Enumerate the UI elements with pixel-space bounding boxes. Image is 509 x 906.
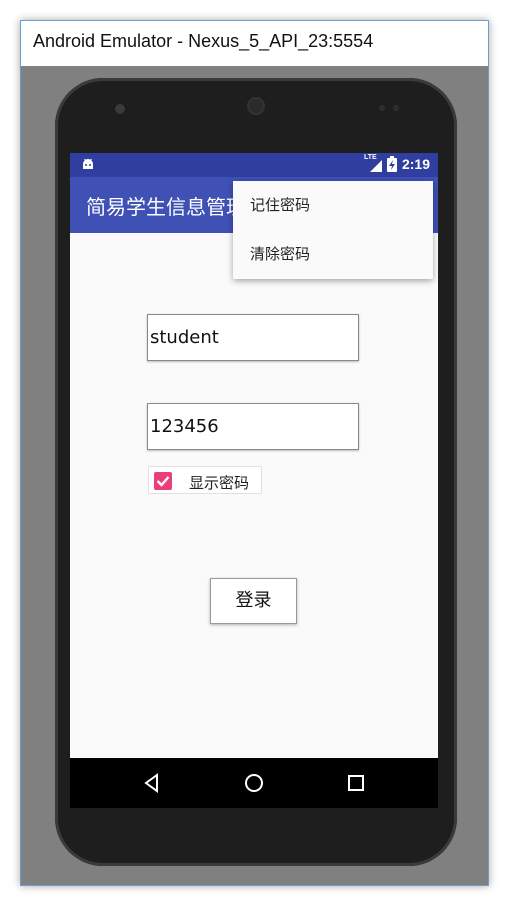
- password-input[interactable]: [148, 404, 358, 449]
- signal-icon: LTE: [364, 154, 382, 172]
- username-field-container: [147, 314, 359, 361]
- menu-item-clear-password[interactable]: 清除密码: [233, 230, 433, 279]
- menu-item-remember-password[interactable]: 记住密码: [233, 181, 433, 230]
- front-camera-icon: [115, 104, 125, 114]
- status-bar: LTE 2:19: [70, 153, 438, 177]
- show-password-label: 显示密码: [189, 474, 250, 492]
- window-title: Android Emulator - Nexus_5_API_23:5554: [33, 31, 374, 51]
- home-icon[interactable]: [242, 771, 266, 795]
- back-icon[interactable]: [140, 771, 164, 795]
- show-password-checkbox[interactable]: 显示密码: [148, 466, 262, 494]
- username-input[interactable]: [148, 315, 358, 360]
- checkbox-checked-icon: [154, 472, 172, 490]
- device-screen: LTE 2:19 简易学生信息管理 记住密码 清除密码 student 1234…: [70, 153, 438, 808]
- battery-charging-icon: [386, 156, 397, 172]
- navigation-bar: [70, 758, 438, 808]
- login-button[interactable]: 登录: [210, 578, 297, 624]
- recents-icon[interactable]: [344, 771, 368, 795]
- proximity-sensor-icon: [379, 105, 385, 111]
- window-titlebar[interactable]: Android Emulator - Nexus_5_API_23:5554: [21, 21, 488, 66]
- android-icon: [83, 158, 93, 169]
- password-field-container: [147, 403, 359, 450]
- light-sensor-icon: [393, 105, 399, 111]
- emulator-window: Android Emulator - Nexus_5_API_23:5554 L…: [20, 20, 489, 886]
- clock: 2:19: [401, 156, 430, 172]
- phone-frame: LTE 2:19 简易学生信息管理 记住密码 清除密码 student 1234…: [55, 78, 457, 866]
- earpiece-speaker-icon: [247, 97, 265, 115]
- app-title: 简易学生信息管理: [86, 195, 246, 219]
- overflow-menu: 记住密码 清除密码: [233, 181, 433, 279]
